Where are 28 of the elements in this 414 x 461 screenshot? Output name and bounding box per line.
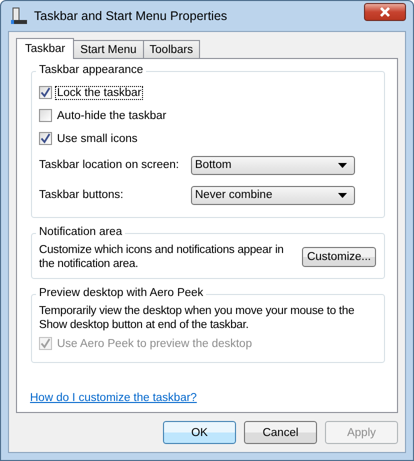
window-title: Taskbar and Start Menu Properties	[34, 9, 228, 23]
tab[interactable]: Taskbar	[16, 38, 74, 59]
group-title: Notification area	[36, 226, 126, 238]
taskbar-app-icon	[10, 7, 28, 25]
checkbox[interactable]	[39, 132, 52, 145]
checkbox-label[interactable]: Lock the taskbar	[55, 86, 144, 100]
checkbox[interactable]	[39, 86, 52, 99]
dialog-button[interactable]: OK	[163, 421, 236, 444]
group-title: Taskbar appearance	[36, 64, 146, 76]
dropdown-arrow-icon	[338, 192, 347, 198]
checkbox[interactable]	[39, 109, 52, 122]
tab[interactable]: Toolbars	[142, 40, 200, 58]
description-text: Temporarily view the desktop when you move your mouse to the Show desktop button at end of the taskbar.	[39, 304, 356, 332]
dropdown-label: Taskbar location on screen:	[39, 159, 180, 171]
dropdown-label: Taskbar buttons:	[39, 189, 124, 201]
dropdown[interactable]: Bottom	[191, 156, 355, 174]
dropdown-arrow-icon	[338, 162, 347, 168]
tab[interactable]: Start Menu	[73, 40, 144, 58]
description-text: Customize which icons and notifications appear in the notification area.	[39, 243, 285, 271]
customize-button[interactable]: Customize...	[302, 247, 376, 267]
close-icon	[379, 7, 391, 17]
checkbox-label[interactable]: Use small icons	[55, 132, 140, 146]
dialog-button[interactable]: Cancel	[244, 421, 317, 444]
checkbox-label[interactable]: Auto-hide the taskbar	[55, 108, 168, 122]
group-title: Preview desktop with Aero Peek	[36, 287, 206, 299]
dropdown[interactable]: Never combine	[191, 186, 355, 204]
help-link[interactable]: How do I customize the taskbar?	[30, 392, 197, 404]
close-button[interactable]	[364, 3, 406, 21]
